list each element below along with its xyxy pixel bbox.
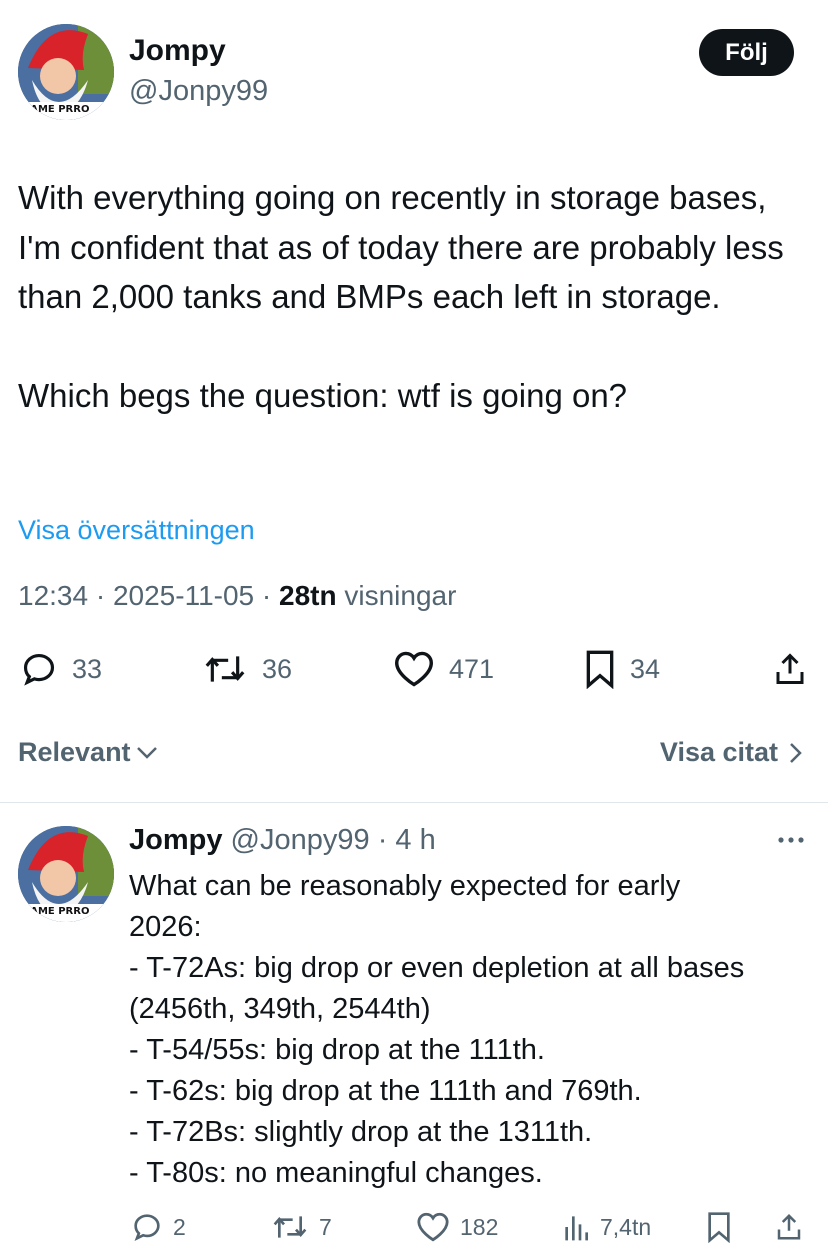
views-label: visningar: [344, 580, 457, 611]
reply-like-count: 182: [460, 1213, 499, 1240]
reply-line: - T-72As: big drop or even depletion at …: [129, 952, 745, 984]
sort-label: Relevant: [18, 737, 131, 767]
tweet-meta: 12:34 · 2025-11-05 · 28tn visningar: [18, 580, 457, 611]
views-count: 28tn: [279, 580, 337, 611]
reply-header: Jompy @Jonpy99 · 4 h: [129, 824, 436, 856]
reply-author-handle[interactable]: @Jonpy99: [231, 824, 370, 856]
avatar-banner-text: GAME PRRO: [22, 104, 90, 115]
reply-line: (2456th, 349th, 2544th): [129, 993, 431, 1025]
reply-line: What can be reasonably expected for earl…: [129, 870, 681, 902]
view-quotes-link[interactable]: Visa citat: [660, 737, 804, 768]
reply-count: 33: [72, 653, 103, 684]
reply-time[interactable]: 4 h: [395, 824, 435, 856]
retweet-icon: [273, 1216, 307, 1238]
tweet-time[interactable]: 12:34: [18, 580, 88, 611]
analytics-icon: [565, 1216, 588, 1241]
share-icon: [777, 1213, 801, 1240]
reply-views-count: 7,4tn: [600, 1213, 652, 1240]
share-button[interactable]: [772, 648, 808, 690]
reply-body: What can be reasonably expected for earl…: [129, 866, 819, 1194]
heart-icon: [417, 1212, 449, 1242]
divider: [0, 802, 828, 803]
chevron-right-icon: [790, 742, 802, 763]
share-icon: [776, 653, 804, 684]
sort-dropdown[interactable]: Relevant: [18, 737, 159, 768]
heart-icon: [394, 651, 434, 687]
retweet-count: 36: [262, 653, 293, 684]
reply-icon: [134, 1214, 160, 1242]
reply-line: - T-72Bs: slightly drop at the 1311th.: [129, 1116, 593, 1148]
bookmark-icon: [586, 650, 614, 689]
follow-button[interactable]: Följ: [699, 29, 794, 76]
bookmark-button[interactable]: 34: [584, 648, 660, 690]
bookmark-count: 34: [630, 653, 661, 684]
avatar-banner-text: GAME PRRO: [22, 906, 90, 917]
reply-icon: [23, 653, 55, 686]
retweet-icon: [205, 656, 245, 682]
tweet-date[interactable]: 2025-11-05: [113, 580, 254, 611]
reply-author-name[interactable]: Jompy: [129, 824, 222, 856]
like-button[interactable]: 471: [393, 648, 494, 690]
tweet-paragraph: Which begs the question: wtf is going on…: [18, 376, 628, 414]
tweet-paragraph: With everything going on recently in sto…: [18, 179, 784, 315]
reply-line: - T-80s: no meaningful changes.: [129, 1157, 543, 1189]
bookmark-icon: [708, 1212, 730, 1243]
author-name[interactable]: Jompy: [129, 34, 226, 68]
reply-line: 2026:: [129, 911, 202, 943]
translate-link[interactable]: Visa översättningen: [18, 515, 255, 546]
more-options-icon[interactable]: [776, 834, 806, 846]
tweet-body: With everything going on recently in sto…: [18, 173, 808, 420]
reply-reply-count: 2: [173, 1213, 186, 1240]
author-handle[interactable]: @Jonpy99: [129, 75, 268, 108]
reply-line: - T-54/55s: big drop at the 111th.: [129, 1034, 545, 1066]
reply-author-avatar[interactable]: GAME PRRO: [18, 826, 114, 922]
reply-line: - T-62s: big drop at the 111th and 769th…: [129, 1075, 642, 1107]
reply-retweet-count: 7: [319, 1213, 332, 1240]
view-quotes-label: Visa citat: [659, 737, 778, 767]
retweet-button[interactable]: 36: [202, 648, 292, 690]
author-avatar[interactable]: GAME PRRO: [18, 24, 114, 120]
reply-button[interactable]: 33: [20, 648, 102, 690]
like-count: 471: [449, 653, 495, 684]
chevron-down-icon: [136, 746, 157, 759]
